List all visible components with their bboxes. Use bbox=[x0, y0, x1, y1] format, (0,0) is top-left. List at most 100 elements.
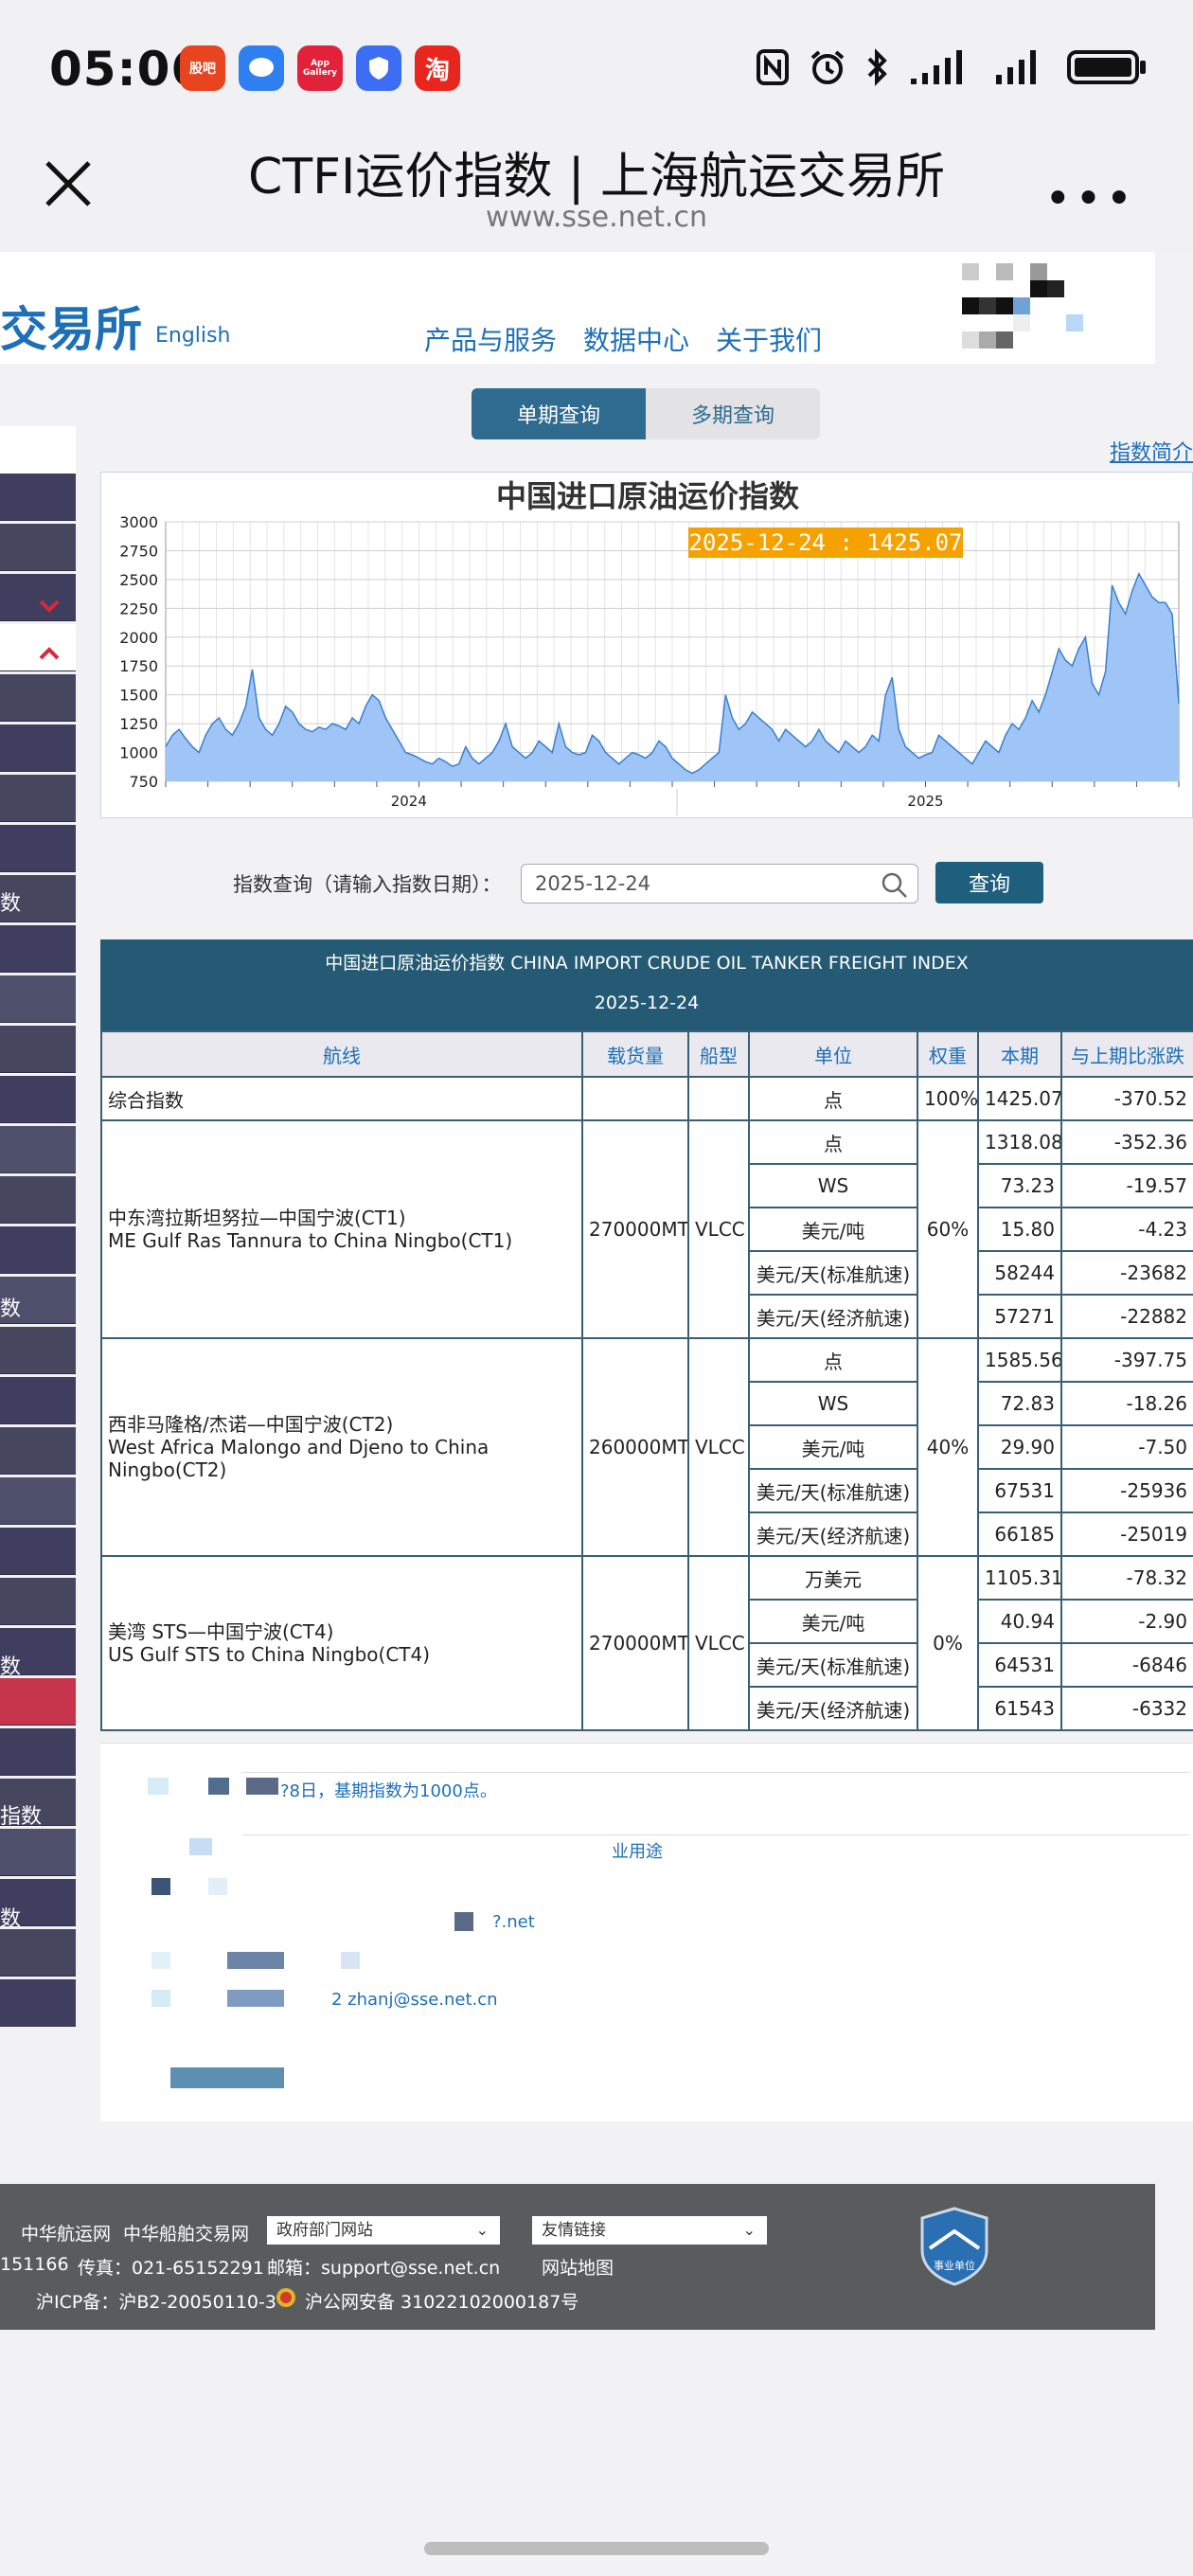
sidebar-text-4[interactable]: 指数 bbox=[0, 1799, 42, 1830]
table-header-row: 航线 载货量 船型 单位 权重 本期 与上期比涨跌 bbox=[100, 1030, 1193, 1078]
sidebar-item[interactable] bbox=[0, 1076, 76, 1123]
sidebar-item[interactable] bbox=[0, 674, 76, 722]
footer-link-shipping[interactable]: 中华航运网 bbox=[21, 2220, 111, 2245]
search-icon[interactable] bbox=[881, 871, 909, 900]
redaction-block bbox=[151, 1952, 170, 1969]
site-logo[interactable]: 交易所 bbox=[0, 292, 142, 360]
sidebar-item[interactable] bbox=[0, 1678, 76, 1726]
sidebar-text-3[interactable]: 数 bbox=[0, 1650, 21, 1680]
signal-icon-2 bbox=[996, 50, 1036, 84]
ct4-current: 40.94 bbox=[977, 1599, 1062, 1644]
query-row: 指数查询（请输入指数日期）： 2025-12-24 查询 bbox=[0, 860, 1193, 907]
y-tick-label: 2250 bbox=[119, 599, 158, 617]
sidebar-text-2[interactable]: 数 bbox=[0, 1292, 21, 1322]
sidebar-item[interactable] bbox=[0, 1026, 76, 1073]
ct2-current: 67531 bbox=[977, 1468, 1062, 1513]
sidebar-item[interactable] bbox=[0, 1728, 76, 1776]
nfc-icon bbox=[757, 49, 789, 85]
more-menu-icon[interactable]: ••• bbox=[1044, 172, 1136, 225]
footer-phone: 151166 bbox=[0, 2254, 69, 2275]
tab-multi-period[interactable]: 多期查询 bbox=[646, 388, 820, 439]
sidebar-item[interactable] bbox=[0, 1578, 76, 1625]
sidebar-item[interactable] bbox=[0, 1126, 76, 1173]
table-row: 中东湾拉斯坦努拉—中国宁波(CT1) ME Gulf Ras Tannura to… bbox=[100, 1119, 1193, 1339]
header-change: 与上期比涨跌 bbox=[1060, 1030, 1193, 1078]
sidebar-item[interactable] bbox=[0, 1829, 76, 1876]
system-status-icons bbox=[756, 47, 1148, 87]
footer-link-ship-exchange[interactable]: 中华船舶交易网 bbox=[123, 2220, 249, 2245]
date-input[interactable]: 2025-12-24 bbox=[521, 864, 918, 903]
english-link[interactable]: English bbox=[155, 324, 230, 348]
nav-about-us[interactable]: 关于我们 bbox=[716, 320, 822, 358]
sidebar-item[interactable] bbox=[0, 775, 76, 822]
friendly-links-select[interactable]: 友情链接 ⌄ bbox=[532, 2216, 767, 2245]
table-title-bar: 中国进口原油运价指数 CHINA IMPORT CRUDE OIL TANKER… bbox=[100, 939, 1193, 1030]
redaction-block bbox=[227, 1952, 284, 1969]
redaction-block bbox=[189, 1838, 212, 1855]
composite-unit: 点 bbox=[748, 1076, 918, 1121]
home-indicator[interactable] bbox=[424, 2542, 769, 2555]
government-sites-select-value: 政府部门网站 bbox=[276, 2221, 373, 2240]
ct2-unit: WS bbox=[748, 1381, 918, 1426]
sidebar-item[interactable] bbox=[0, 724, 76, 772]
chevron-up-icon[interactable] bbox=[38, 646, 61, 661]
ct1-unit: 美元/天(标准航速) bbox=[748, 1250, 918, 1296]
alarm-icon bbox=[810, 50, 845, 84]
sidebar-item[interactable] bbox=[0, 1176, 76, 1224]
ct1-unit: 美元/天(经济航速) bbox=[748, 1294, 918, 1339]
query-button[interactable]: 查询 bbox=[935, 862, 1043, 903]
footer-sitemap[interactable]: 网站地图 bbox=[542, 2254, 614, 2280]
ct2-route-cn: 西非马隆格/杰诺—中国宁波(CT2) bbox=[108, 1413, 394, 1436]
redaction-block bbox=[151, 1878, 170, 1895]
battery-icon bbox=[1067, 50, 1146, 84]
ct4-unit: 美元/吨 bbox=[748, 1599, 918, 1644]
friendly-links-select-value: 友情链接 bbox=[542, 2221, 606, 2240]
note-website: ?.net bbox=[492, 1912, 535, 1932]
header-weight: 权重 bbox=[917, 1030, 979, 1078]
ct1-unit: WS bbox=[748, 1163, 918, 1208]
ct4-unit: 美元/天(经济航速) bbox=[748, 1686, 918, 1731]
sidebar-item[interactable] bbox=[0, 1427, 76, 1475]
sidebar-item[interactable] bbox=[0, 574, 76, 621]
y-tick-label: 2000 bbox=[119, 629, 158, 647]
footer-icp[interactable]: 沪ICP备：沪B2-20050110-3 bbox=[36, 2288, 276, 2314]
nav-data-center[interactable]: 数据中心 bbox=[583, 320, 689, 358]
bluetooth-icon bbox=[867, 48, 887, 86]
sidebar-item[interactable] bbox=[0, 1528, 76, 1575]
sidebar-item[interactable] bbox=[0, 1929, 76, 1977]
footer-email[interactable]: 邮箱：support@sse.net.cn bbox=[267, 2254, 500, 2280]
note-divider bbox=[242, 1772, 1189, 1773]
sidebar-item[interactable] bbox=[0, 524, 76, 571]
tab-single-period[interactable]: 单期查询 bbox=[472, 388, 646, 439]
sidebar-item[interactable] bbox=[0, 925, 76, 973]
main-nav: 产品与服务 数据中心 关于我们 bbox=[424, 320, 822, 358]
note-divider bbox=[242, 1834, 1189, 1835]
composite-current: 1425.07 bbox=[977, 1076, 1062, 1121]
ct2-weight: 40% bbox=[917, 1337, 979, 1557]
government-sites-select[interactable]: 政府部门网站 ⌄ bbox=[267, 2216, 500, 2245]
index-intro-link[interactable]: 指数简介 bbox=[1110, 436, 1193, 466]
sidebar-item[interactable] bbox=[0, 474, 76, 521]
sidebar-item[interactable] bbox=[0, 1477, 76, 1525]
ct4-route: 美湾 STS—中国宁波(CT4) US Gulf STS to China Nin… bbox=[100, 1555, 583, 1731]
sidebar-item[interactable] bbox=[0, 1327, 76, 1374]
sidebar-item[interactable] bbox=[0, 1377, 76, 1424]
y-tick-label: 2750 bbox=[119, 542, 158, 560]
ct2-unit: 美元/天(标准航速) bbox=[748, 1468, 918, 1513]
footer-police[interactable]: 沪公网安备 31022102000187号 bbox=[305, 2288, 579, 2314]
public-institution-badge-icon[interactable]: 事业单位 bbox=[920, 2207, 988, 2286]
ct1-route-en: ME Gulf Ras Tannura to China Ningbo(CT1) bbox=[108, 1229, 513, 1252]
police-badge-icon bbox=[276, 2288, 295, 2307]
header-cargo: 载货量 bbox=[581, 1030, 689, 1078]
ct4-current: 61543 bbox=[977, 1686, 1062, 1731]
nav-products-services[interactable]: 产品与服务 bbox=[424, 320, 557, 358]
sidebar-text-5[interactable]: 数 bbox=[0, 1902, 21, 1932]
ct4-change: -2.90 bbox=[1060, 1599, 1193, 1644]
sidebar-item[interactable] bbox=[0, 1979, 76, 2027]
ct2-change: -25019 bbox=[1060, 1512, 1193, 1557]
sidebar-item[interactable] bbox=[0, 975, 76, 1023]
chevron-down-icon[interactable] bbox=[38, 599, 61, 614]
browser-toolbar: CTFI运价指数 | 上海航运交易所 www.sse.net.cn ••• bbox=[0, 133, 1193, 252]
sidebar-item[interactable] bbox=[0, 1226, 76, 1274]
table-row: 西非马隆格/杰诺—中国宁波(CT2) West Africa Malongo an… bbox=[100, 1337, 1193, 1557]
